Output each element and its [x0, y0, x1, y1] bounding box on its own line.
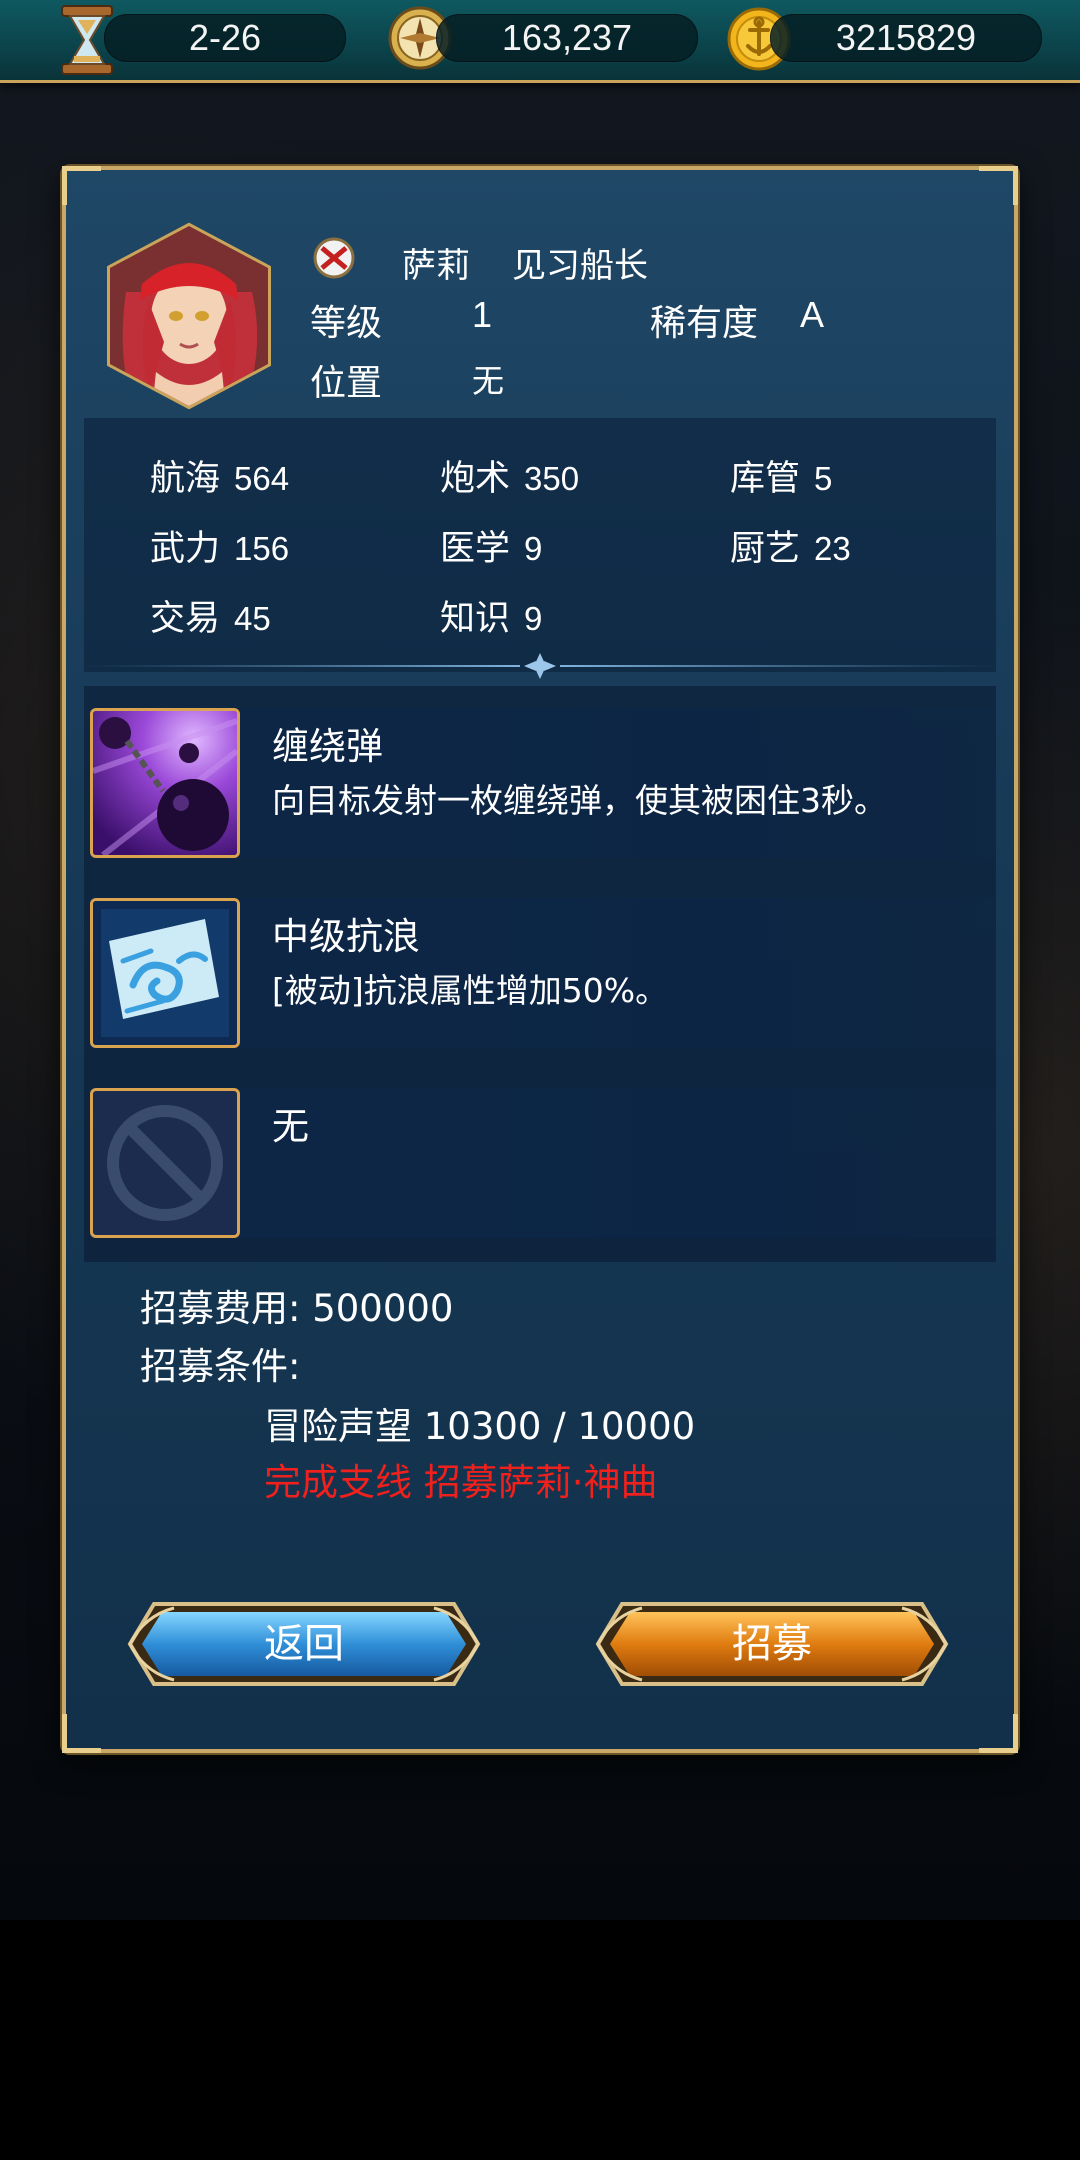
stat-storage: 库管 5: [730, 450, 832, 501]
position-label: 位置: [310, 363, 383, 404]
wave-resist-icon: [90, 898, 240, 1048]
skill-description: 向目标发射一枚缠绕弹，使其被困住3秒。: [272, 781, 887, 820]
corner-ornament: [62, 1714, 101, 1753]
skill-name: 中级抗浪: [272, 915, 420, 958]
stat-value: 5: [814, 460, 833, 497]
skill-description: [被动]抗浪属性增加50%。: [272, 971, 669, 1010]
stage-value: 2-26: [188, 17, 262, 58]
stat-value: 9: [524, 600, 543, 637]
skill-slot-1[interactable]: 缠绕弹 向目标发射一枚缠绕弹，使其被困住3秒。: [90, 708, 996, 858]
skill-slot-3[interactable]: 无: [90, 1088, 996, 1238]
stat-label: 医学: [440, 529, 511, 569]
resource-bar: 2-26 163,237 3215829: [0, 0, 1080, 83]
reputation-counter: 163,237: [436, 14, 698, 62]
stat-value: 23: [814, 530, 851, 567]
empty-slot-icon: [90, 1088, 240, 1238]
stat-value: 350: [524, 460, 580, 497]
rarity-value: A: [800, 294, 825, 335]
gold-value: 3215829: [835, 17, 977, 58]
level-value: 1: [472, 294, 493, 335]
back-button[interactable]: 返回: [124, 1596, 484, 1692]
recruit-button-label: 招募: [732, 1621, 812, 1667]
stat-force: 武力 156: [150, 520, 289, 571]
recruit-cost: 招募费用: 500000: [140, 1287, 454, 1330]
section-divider: [84, 653, 996, 679]
character-portrait[interactable]: [106, 222, 272, 410]
gold-counter: 3215829: [770, 14, 1042, 62]
corner-ornament: [979, 166, 1018, 205]
back-button-label: 返回: [264, 1621, 344, 1667]
skill-name: 缠绕弹: [272, 725, 383, 768]
condition-reputation: 冒险声望 10300 / 10000: [264, 1405, 696, 1448]
flag-icon: [312, 236, 356, 284]
character-title: 见习船长: [512, 246, 648, 286]
skill-slot-2[interactable]: 中级抗浪 [被动]抗浪属性增加50%。: [90, 898, 996, 1048]
character-name: 萨莉: [402, 246, 470, 286]
stat-label: 航海: [150, 459, 221, 499]
stat-label: 炮术: [440, 459, 511, 499]
stat-value: 156: [234, 530, 290, 567]
stat-label: 武力: [150, 529, 221, 569]
stat-value: 45: [234, 600, 271, 637]
position-value: 无: [472, 362, 505, 400]
stat-value: 564: [234, 460, 290, 497]
stat-label: 厨艺: [730, 529, 801, 569]
bottom-letterbox: [0, 1920, 1080, 2160]
stat-knowledge: 知识 9: [440, 590, 542, 641]
stage-counter: 2-26: [104, 14, 346, 62]
stat-navigation: 航海 564: [150, 450, 289, 501]
stat-label: 库管: [730, 459, 801, 499]
stat-medicine: 医学 9: [440, 520, 542, 571]
stat-cooking: 厨艺 23: [730, 520, 851, 571]
recruit-button[interactable]: 招募: [592, 1596, 952, 1692]
stat-value: 9: [524, 530, 543, 567]
recruit-conditions-label: 招募条件:: [140, 1345, 301, 1388]
stat-trade: 交易 45: [150, 590, 271, 641]
stat-gunnery: 炮术 350: [440, 450, 579, 501]
rarity-label: 稀有度: [650, 303, 759, 344]
reputation-value: 163,237: [501, 17, 633, 58]
stat-label: 知识: [440, 599, 511, 639]
stat-label: 交易: [150, 599, 221, 639]
corner-ornament: [62, 166, 101, 205]
chain-shot-icon: [90, 708, 240, 858]
level-label: 等级: [310, 303, 383, 344]
skill-name: 无: [272, 1105, 309, 1148]
corner-ornament: [979, 1714, 1018, 1753]
condition-sidequest: 完成支线 招募萨莉·神曲: [264, 1461, 658, 1504]
